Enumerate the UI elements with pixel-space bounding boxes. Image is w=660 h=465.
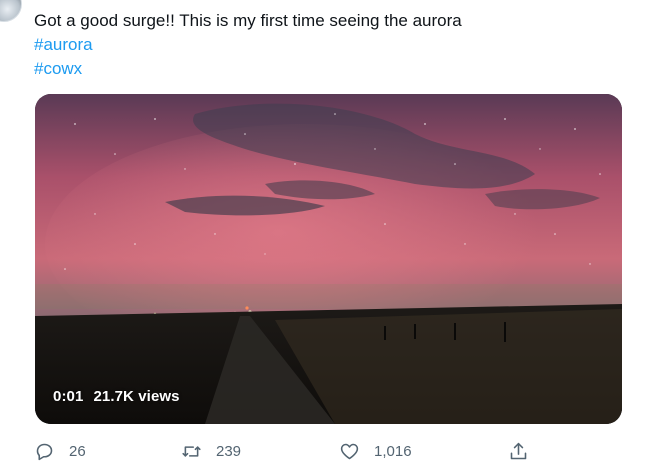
reply-icon	[36, 443, 53, 460]
video-views: 21.7K views	[93, 388, 180, 405]
share-icon	[510, 442, 527, 459]
tweet: Got a good surge!! This is my first time…	[0, 0, 660, 465]
share-button[interactable]	[508, 437, 529, 465]
like-count: 1,016	[374, 442, 412, 460]
reply-button[interactable]: 26	[34, 437, 86, 465]
retweet-icon	[182, 445, 201, 457]
like-icon	[340, 443, 359, 459]
hashtag-cowx[interactable]: #cowx	[34, 57, 634, 81]
tweet-text: Got a good surge!! This is my first time…	[34, 11, 462, 30]
video-timestamp: 0:01	[53, 388, 84, 405]
video-thumbnail	[35, 94, 622, 424]
tweet-body: Got a good surge!! This is my first time…	[34, 9, 634, 81]
like-button[interactable]: 1,016	[339, 437, 412, 465]
reply-count: 26	[69, 442, 86, 460]
retweet-button[interactable]: 239	[181, 437, 241, 465]
retweet-count: 239	[216, 442, 242, 460]
avatar[interactable]	[0, 0, 22, 22]
tweet-actions: 26 239 1,016	[0, 437, 660, 465]
video-info: 0:01 21.7K views	[53, 388, 180, 405]
hashtag-aurora[interactable]: #aurora	[34, 33, 634, 57]
video-player[interactable]: 0:01 21.7K views	[35, 94, 622, 424]
